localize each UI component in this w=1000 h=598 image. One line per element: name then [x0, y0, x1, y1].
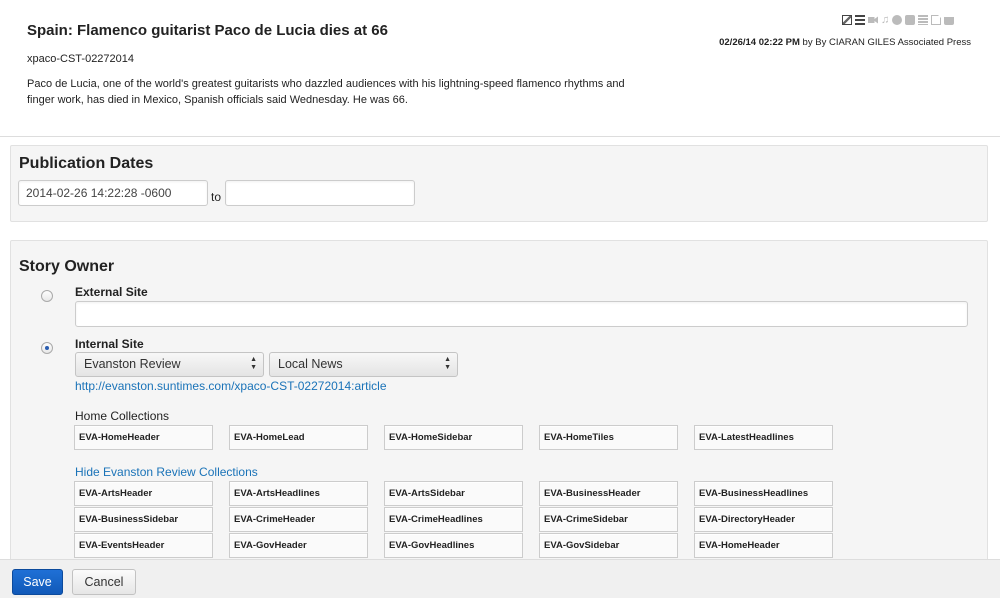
external-site-label: External Site [75, 285, 148, 299]
form-footer: Save Cancel [0, 559, 1000, 598]
publication-dates-panel: Publication Dates to [10, 145, 988, 222]
collection-tag[interactable]: EVA-CrimeHeader [229, 507, 368, 532]
globe-icon[interactable] [892, 15, 902, 25]
document-icon[interactable] [931, 15, 941, 25]
external-site-radio[interactable] [41, 290, 53, 302]
internal-site-label: Internal Site [75, 337, 144, 351]
video-icon[interactable] [868, 16, 878, 24]
collection-tag[interactable]: EVA-BusinessSidebar [74, 507, 213, 532]
media-type-icons: ♫ [842, 15, 954, 26]
collection-tag[interactable]: EVA-GovHeadlines [384, 533, 523, 558]
collection-tag[interactable]: EVA-HomeLead [229, 425, 368, 450]
collection-tag[interactable]: EVA-HomeHeader [694, 533, 833, 558]
hide-collections-link[interactable]: Hide Evanston Review Collections [75, 465, 258, 479]
select-arrows-icon: ▲ ▼ [250, 356, 257, 371]
collection-tag[interactable]: EVA-ArtsHeader [74, 481, 213, 506]
story-timestamp: 02/26/14 02:22 PM [719, 37, 800, 48]
collection-tag[interactable]: EVA-ArtsSidebar [384, 481, 523, 506]
internal-site-radio[interactable] [41, 342, 53, 354]
external-site-input[interactable] [75, 301, 968, 327]
story-byline: by By CIARAN GILES Associated Press [799, 37, 971, 48]
story-title: Spain: Flamenco guitarist Paco de Lucia … [27, 22, 388, 39]
story-slug: xpaco-CST-02272014 [27, 53, 135, 65]
header-divider [0, 136, 1000, 137]
section-select[interactable]: Local News ▲ ▼ [269, 352, 458, 377]
site-select-value: Evanston Review [84, 357, 181, 371]
publication-dates-heading: Publication Dates [19, 155, 154, 172]
collection-tag[interactable]: EVA-HomeSidebar [384, 425, 523, 450]
section-select-value: Local News [278, 357, 343, 371]
collection-tag[interactable]: EVA-CrimeHeadlines [384, 507, 523, 532]
story-summary: Paco de Lucia, one of the world's greate… [27, 78, 625, 106]
collection-tag[interactable]: EVA-BusinessHeader [539, 481, 678, 506]
publish-from-input[interactable] [18, 180, 208, 206]
briefcase-icon[interactable] [944, 15, 954, 25]
collection-tag[interactable]: EVA-EventsHeader [74, 533, 213, 558]
collection-tag[interactable]: EVA-DirectoryHeader [694, 507, 833, 532]
story-owner-heading: Story Owner [19, 258, 115, 275]
gallery-icon[interactable] [905, 15, 915, 25]
site-select[interactable]: Evanston Review ▲ ▼ [75, 352, 264, 377]
list-icon[interactable] [855, 15, 865, 25]
home-collections-label: Home Collections [75, 409, 170, 423]
collection-tag[interactable]: EVA-LatestHeadlines [694, 425, 833, 450]
text-icon[interactable] [918, 15, 928, 25]
save-button[interactable]: Save [12, 569, 63, 595]
story-owner-panel: Story Owner External Site Internal Site … [10, 240, 988, 570]
story-header: Spain: Flamenco guitarist Paco de Lucia … [0, 0, 1000, 136]
collection-tag[interactable]: EVA-CrimeSidebar [539, 507, 678, 532]
collection-tag[interactable]: EVA-HomeTiles [539, 425, 678, 450]
story-meta: 02/26/14 02:22 PM by By CIARAN GILES Ass… [719, 37, 971, 48]
collection-tag[interactable]: EVA-HomeHeader [74, 425, 213, 450]
select-arrows-icon: ▲ ▼ [444, 356, 451, 371]
publish-to-input[interactable] [225, 180, 415, 206]
image-icon[interactable] [842, 15, 852, 25]
audio-icon[interactable]: ♫ [881, 15, 889, 26]
collection-tag[interactable]: EVA-ArtsHeadlines [229, 481, 368, 506]
collection-tag[interactable]: EVA-GovHeader [229, 533, 368, 558]
cancel-button[interactable]: Cancel [72, 569, 136, 595]
article-url-link[interactable]: http://evanston.suntimes.com/xpaco-CST-0… [75, 379, 387, 393]
collection-tag[interactable]: EVA-GovSidebar [539, 533, 678, 558]
collection-tag[interactable]: EVA-BusinessHeadlines [694, 481, 833, 506]
date-range-to-label: to [211, 190, 222, 204]
